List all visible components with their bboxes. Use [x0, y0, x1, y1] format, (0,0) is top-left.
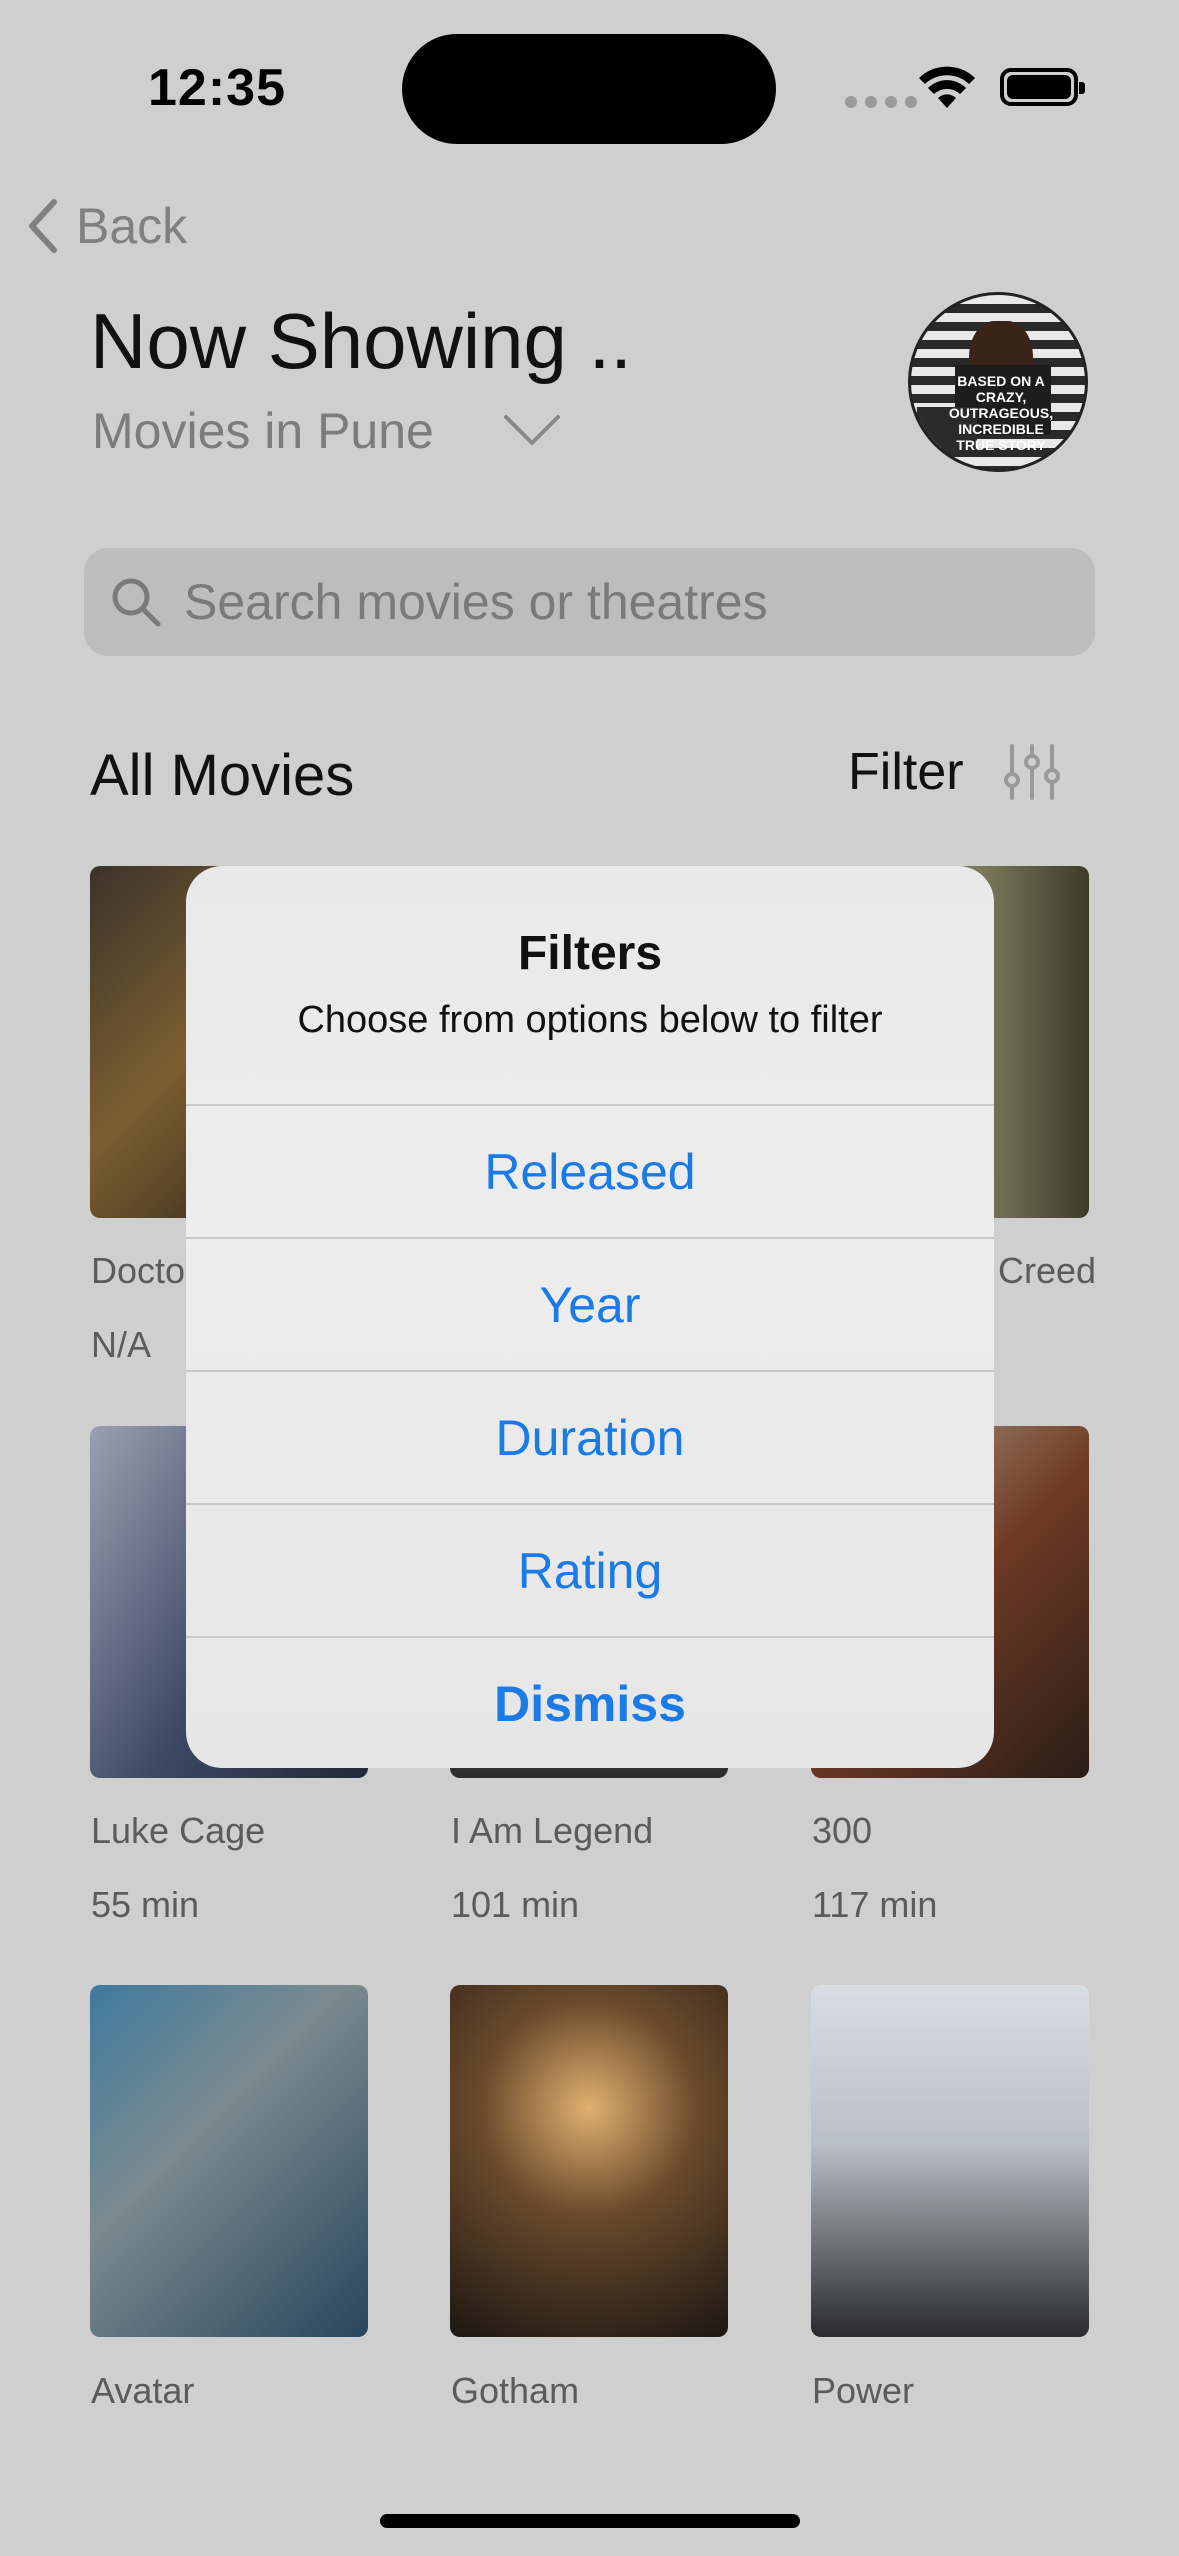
movie-title: Avatar [91, 2370, 195, 2411]
movie-title: Doctor [91, 1250, 198, 1291]
profile-avatar[interactable]: BASED ON A CRAZY, OUTRAGEOUS, INCREDIBLE… [908, 292, 1088, 472]
cellular-signal-icon [845, 96, 917, 108]
movie-duration: 101 min [451, 1884, 580, 1925]
page-title: Now Showing .. [90, 297, 632, 385]
location-label: Movies in Pune [92, 403, 434, 459]
movie-title: Luke Cage [91, 1810, 266, 1851]
movie-title: 300 [812, 1810, 873, 1851]
search-bar[interactable] [84, 548, 1095, 656]
search-icon [112, 578, 161, 627]
filter-option-rating[interactable]: Rating [186, 1503, 994, 1636]
chevron-left-icon [29, 199, 57, 253]
movie-title: I Am Legend [451, 1810, 654, 1851]
dynamic-island [402, 34, 776, 144]
section-title: All Movies [90, 743, 355, 808]
filter-option-year[interactable]: Year [186, 1237, 994, 1370]
back-label: Back [76, 198, 188, 254]
movie-poster[interactable] [811, 1985, 1089, 2337]
battery-icon [1000, 68, 1085, 106]
filter-button[interactable]: Filter [848, 742, 1060, 802]
movie-title: Gotham [451, 2370, 580, 2411]
location-selector[interactable]: Movies in Pune [92, 402, 562, 460]
alert-title: Filters [517, 927, 663, 980]
chevron-down-icon [503, 415, 560, 445]
status-time: 12:35 [148, 59, 286, 117]
back-button[interactable]: Back [24, 196, 187, 256]
movie-duration: N/A [91, 1324, 152, 1365]
filter-alert-dialog: Filters Choose from options below to fil… [186, 866, 994, 1768]
filter-option-duration[interactable]: Duration [186, 1370, 994, 1503]
movie-duration: 55 min [91, 1884, 200, 1925]
search-input[interactable] [184, 573, 1064, 631]
home-indicator[interactable] [380, 2514, 800, 2528]
filter-label: Filter [848, 743, 964, 801]
filter-option-released[interactable]: Released [186, 1104, 994, 1237]
avatar-poster-text: BASED ON A CRAZY, OUTRAGEOUS, INCREDIBLE… [948, 373, 1054, 453]
sliders-icon [1003, 744, 1060, 800]
movie-poster[interactable] [90, 1985, 368, 2337]
dismiss-button[interactable]: Dismiss [186, 1636, 994, 1768]
scroll-fade [0, 2450, 1179, 2520]
movie-poster[interactable] [450, 1985, 728, 2337]
movie-title: Power [812, 2370, 915, 2411]
movie-duration: 117 min [812, 1884, 938, 1925]
movie-title: Creed [998, 1250, 1097, 1291]
wifi-icon [919, 66, 975, 108]
alert-message: Choose from options below to filter [297, 999, 883, 1041]
screen: 12:35 Back Now Showing .. Movies in Pune… [0, 0, 1179, 2556]
